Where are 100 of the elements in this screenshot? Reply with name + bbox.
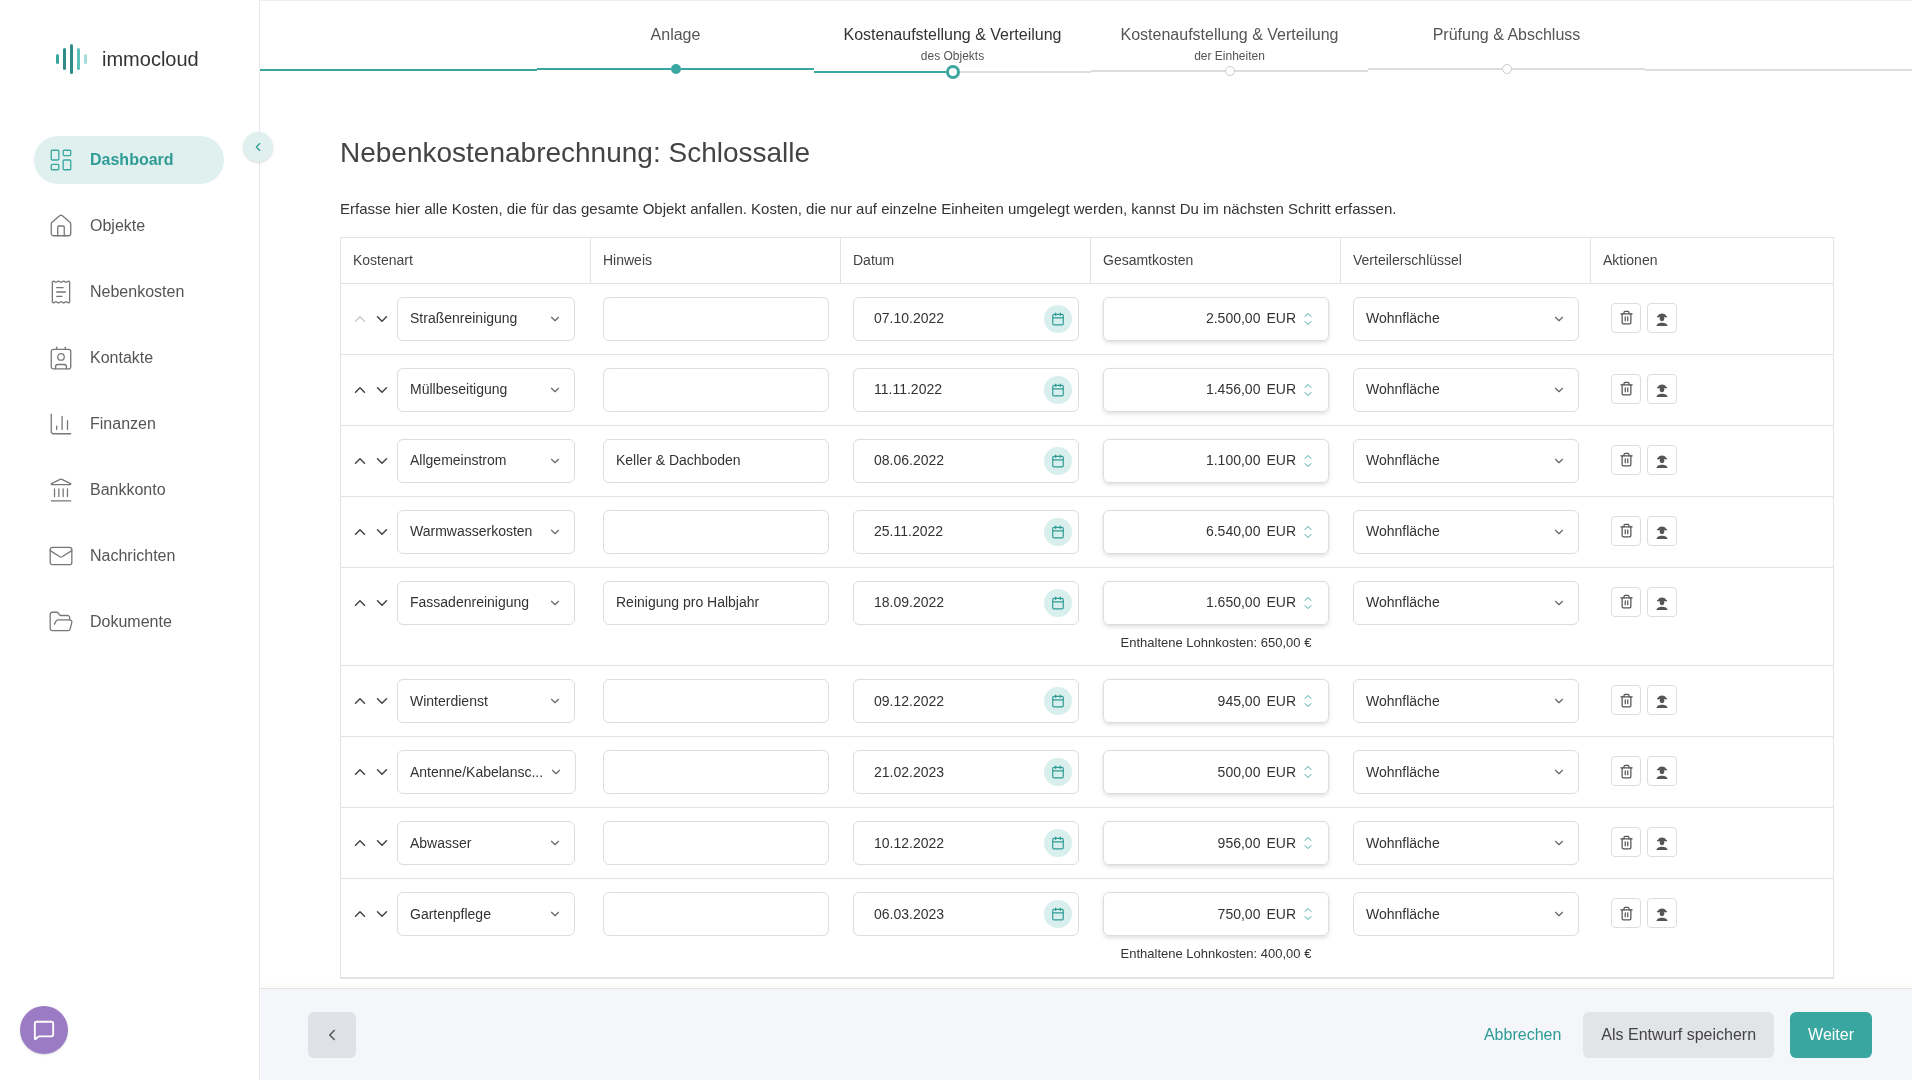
calendar-icon[interactable] <box>1044 304 1072 333</box>
worker-button[interactable] <box>1647 515 1677 546</box>
step[interactable]: Anlage <box>650 1 701 63</box>
note-field[interactable] <box>603 367 829 412</box>
step[interactable]: Kostenaufstellung & Verteilung der Einheiten <box>1120 1 1339 65</box>
delete-button[interactable] <box>1611 444 1641 475</box>
date-field[interactable]: 08.06.2022 <box>853 438 1079 483</box>
distribution-key-select[interactable]: Wohnfläche <box>1353 892 1579 936</box>
sidebar-item[interactable]: Nachrichten <box>34 532 224 580</box>
calendar-icon[interactable] <box>1044 829 1072 857</box>
calendar-icon[interactable] <box>1044 588 1072 617</box>
note-field[interactable]: Reinigung pro Halbjahr <box>603 580 829 625</box>
cost-type-select[interactable]: Fassadenreinigung <box>397 580 575 625</box>
amount-field[interactable]: 1.100,00 EUR <box>1103 438 1329 483</box>
note-field[interactable] <box>603 509 829 554</box>
distribution-key-select[interactable]: Wohnfläche <box>1353 821 1579 865</box>
amount-field[interactable]: 1.650,00 EUR <box>1103 580 1329 625</box>
cost-type-select[interactable]: Abwasser <box>397 821 575 865</box>
worker-button[interactable] <box>1647 302 1677 333</box>
cost-type-select[interactable]: Winterdienst <box>397 679 575 723</box>
worker-button[interactable] <box>1647 756 1677 786</box>
cost-type-select[interactable]: Gartenpflege <box>397 892 575 936</box>
save-draft-button[interactable]: Als Entwurf speichern <box>1583 1011 1775 1058</box>
note-field[interactable] <box>603 892 829 936</box>
amount-field[interactable]: 945,00 EUR <box>1103 679 1329 723</box>
distribution-key-select[interactable]: Wohnfläche <box>1353 438 1579 483</box>
delete-button[interactable] <box>1611 756 1641 786</box>
step[interactable]: Prüfung & Abschluss <box>1432 1 1581 63</box>
worker-icon <box>1654 905 1670 921</box>
date-field[interactable]: 11.11.2022 <box>853 367 1079 412</box>
column-header: Datum <box>853 250 895 270</box>
note-field[interactable] <box>603 750 829 794</box>
delete-button[interactable] <box>1611 586 1641 617</box>
cost-type-select[interactable]: Müllbeseitigung <box>397 367 575 412</box>
delete-button[interactable] <box>1611 373 1641 404</box>
amount-field[interactable]: 1.456,00 EUR <box>1103 367 1329 412</box>
trash-icon <box>1618 594 1634 609</box>
sidebar-item[interactable]: Finanzen <box>34 400 224 448</box>
note-field[interactable] <box>603 821 829 865</box>
delete-button[interactable] <box>1611 827 1641 857</box>
worker-button[interactable] <box>1647 827 1677 857</box>
amount-field[interactable]: 2.500,00 EUR <box>1103 296 1329 341</box>
trash-icon <box>1618 692 1634 708</box>
note-field[interactable] <box>603 296 829 341</box>
date-field[interactable]: 06.03.2023 <box>853 892 1079 936</box>
calendar-icon[interactable] <box>1044 687 1072 715</box>
delete-button[interactable] <box>1611 515 1641 546</box>
chat-button[interactable] <box>20 1006 68 1054</box>
cost-type-select[interactable]: Warmwasserkosten <box>397 509 575 554</box>
delete-button[interactable] <box>1611 898 1641 928</box>
distribution-key-select[interactable]: Wohnfläche <box>1353 509 1579 554</box>
step-subtitle: der Einheiten <box>1194 48 1265 65</box>
calendar-icon[interactable] <box>1044 446 1072 475</box>
distribution-key-select[interactable]: Wohnfläche <box>1353 580 1579 625</box>
step-title: Anlage <box>650 25 701 45</box>
column-header: Verteilerschlüssel <box>1353 250 1462 270</box>
trash-icon <box>1618 834 1634 850</box>
date-field[interactable]: 18.09.2022 <box>853 580 1079 625</box>
distribution-key-select[interactable]: Wohnfläche <box>1353 367 1579 412</box>
distribution-key-select[interactable]: Wohnfläche <box>1353 679 1579 723</box>
amount-field[interactable]: 6.540,00 EUR <box>1103 509 1329 554</box>
worker-button[interactable] <box>1647 373 1677 404</box>
trash-icon <box>1618 763 1634 779</box>
sidebar-item[interactable]: Bankkonto <box>34 466 224 514</box>
step[interactable]: Kostenaufstellung & Verteilung des Objekts <box>843 1 1062 65</box>
sidebar-item[interactable]: Kontakte <box>34 334 224 382</box>
calendar-icon[interactable] <box>1044 517 1072 546</box>
worker-button[interactable] <box>1647 444 1677 475</box>
column-header: Gesamtkosten <box>1103 250 1194 270</box>
cost-type-select[interactable]: Antenne/Kabelansc... <box>397 750 577 794</box>
labor-cost-note: Enthaltene Lohnkosten: 400,00 € <box>1120 945 1312 963</box>
cost-type-select[interactable]: Allgemeinstrom <box>397 438 575 483</box>
trash-icon <box>1618 310 1634 325</box>
worker-button[interactable] <box>1647 685 1677 715</box>
date-field[interactable]: 09.12.2022 <box>853 679 1079 723</box>
delete-button[interactable] <box>1611 302 1641 333</box>
date-field[interactable]: 07.10.2022 <box>853 296 1079 341</box>
distribution-key-select[interactable]: Wohnfläche <box>1353 750 1579 794</box>
amount-field[interactable]: 956,00 EUR <box>1103 821 1329 865</box>
worker-button[interactable] <box>1647 586 1677 617</box>
sidebar-item[interactable]: Nebenkosten <box>34 268 224 316</box>
note-field[interactable]: Keller & Dachboden <box>603 438 829 483</box>
calendar-icon[interactable] <box>1044 758 1072 786</box>
worker-button[interactable] <box>1647 898 1677 928</box>
date-field[interactable]: 21.02.2023 <box>853 750 1079 794</box>
calendar-icon[interactable] <box>1044 900 1072 928</box>
amount-field[interactable]: 500,00 EUR <box>1103 750 1329 794</box>
date-field[interactable]: 25.11.2022 <box>853 509 1079 554</box>
worker-icon <box>1654 692 1670 708</box>
trash-icon <box>1618 381 1634 396</box>
delete-button[interactable] <box>1611 685 1641 715</box>
amount-field[interactable]: 750,00 EUR <box>1103 892 1329 936</box>
sidebar-item[interactable]: Dokumente <box>34 598 224 646</box>
distribution-key-select[interactable]: Wohnfläche <box>1353 296 1579 341</box>
trash-icon <box>1618 905 1634 921</box>
sidebar-item[interactable]: Objekte <box>34 202 224 250</box>
calendar-icon[interactable] <box>1044 375 1072 404</box>
note-field[interactable] <box>603 679 829 723</box>
cost-type-select[interactable]: Straßenreinigung <box>397 296 575 341</box>
date-field[interactable]: 10.12.2022 <box>853 821 1079 865</box>
